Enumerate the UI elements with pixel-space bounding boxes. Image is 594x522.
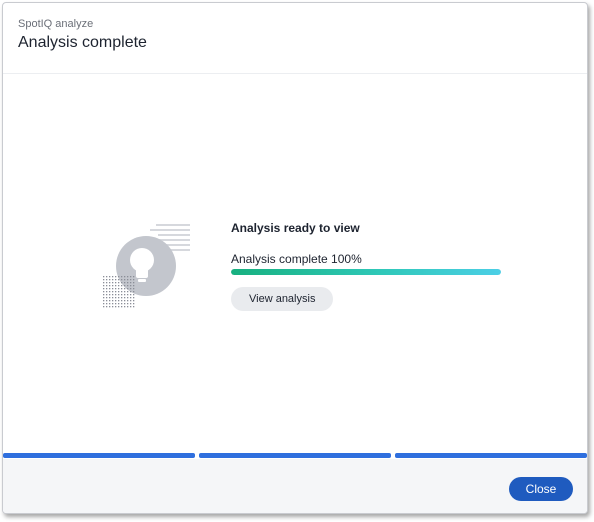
dialog-title: Analysis complete <box>18 34 147 51</box>
analysis-status: Analysis ready to view Analysis complete… <box>231 221 503 311</box>
ready-text: Analysis ready to view <box>231 221 360 235</box>
dialog-subtitle: SpotIQ analyze <box>18 18 94 30</box>
progress-fill <box>231 269 501 275</box>
step-segment <box>199 453 391 458</box>
step-segment <box>3 453 195 458</box>
view-analysis-button[interactable]: View analysis <box>231 287 334 311</box>
dialog-footer: Close <box>3 459 587 513</box>
progress-label: Analysis complete 100% <box>231 252 362 266</box>
analysis-dialog: SpotIQ analyze Analysis complete Analysi… <box>2 2 588 514</box>
step-segment <box>395 453 587 458</box>
dialog-header: SpotIQ analyze Analysis complete <box>3 3 587 74</box>
lightbulb-icon <box>98 218 198 313</box>
progress-bar <box>231 269 501 275</box>
close-button[interactable]: Close <box>509 477 573 501</box>
